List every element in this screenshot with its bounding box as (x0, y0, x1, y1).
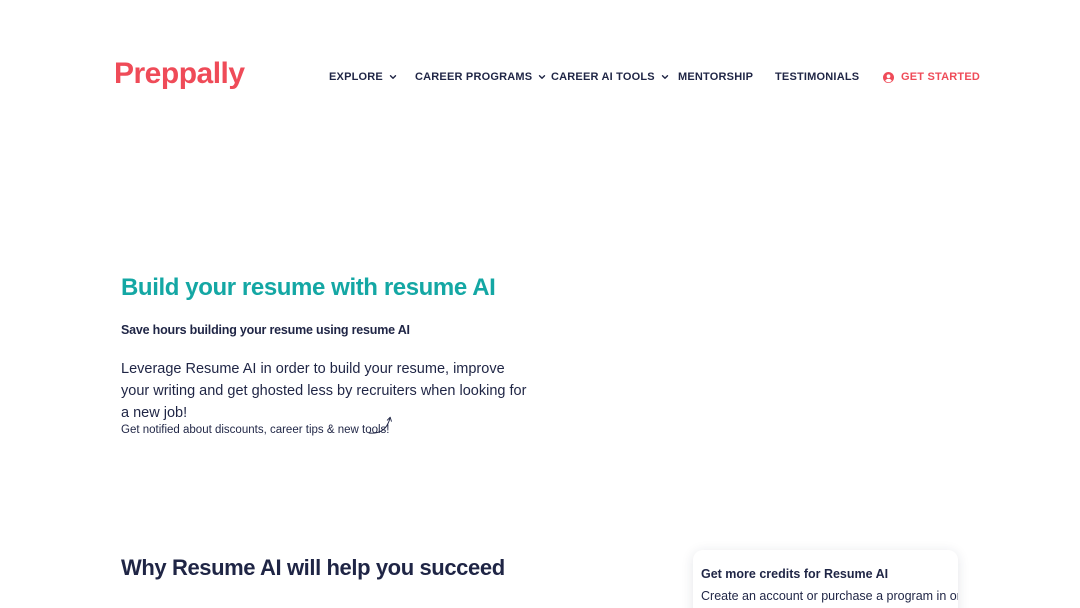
chevron-down-icon (539, 75, 546, 79)
nav-career-programs-label: CAREER PROGRAMS (415, 71, 533, 83)
user-circle-icon (883, 71, 894, 83)
nav-career-ai-tools[interactable]: CAREER AI TOOLS (551, 71, 670, 83)
nav-testimonials[interactable]: TESTIMONIALS (775, 71, 859, 83)
nav-mentorship[interactable]: MENTORSHIP (678, 71, 753, 83)
logo-wordmark-icon: Preppally (114, 57, 246, 90)
get-started-button[interactable]: GET STARTED (883, 68, 980, 86)
logo-wordmark-text: Preppally (114, 57, 245, 90)
hero-title: Build your resume with resume AI (121, 274, 496, 301)
credits-card-title: Get more credits for Resume AI (701, 567, 889, 581)
credits-card-text: Create an account or purchase a program … (701, 589, 958, 603)
curly-arrow-icon (368, 416, 392, 434)
nav-testimonials-label: TESTIMONIALS (775, 71, 860, 83)
preppally-logo[interactable]: Preppally (114, 56, 254, 96)
hero-subtitle: Save hours building your resume using re… (121, 323, 410, 337)
nav-explore[interactable]: EXPLORE (329, 71, 398, 83)
nav-career-programs[interactable]: CAREER PROGRAMS (415, 71, 547, 83)
chevron-down-icon (389, 75, 397, 79)
why-section-title: Why Resume AI will help you succeed (121, 555, 505, 580)
why-section-text-fragment (121, 601, 441, 608)
get-started-label: GET STARTED (901, 71, 980, 83)
page: Preppally EXPLORE CAREER PROGRAMS CAREER… (0, 0, 1080, 608)
notify-text: Get notified about discounts, career tip… (121, 424, 390, 436)
chevron-down-icon (661, 75, 669, 79)
nav-mentorship-label: MENTORSHIP (678, 71, 754, 83)
nav-career-ai-tools-label: CAREER AI TOOLS (551, 71, 655, 83)
credits-card: Get more credits for Resume AI Create an… (693, 550, 958, 608)
nav-explore-label: EXPLORE (329, 71, 383, 83)
hero-description: Leverage Resume AI in order to build you… (121, 361, 527, 421)
